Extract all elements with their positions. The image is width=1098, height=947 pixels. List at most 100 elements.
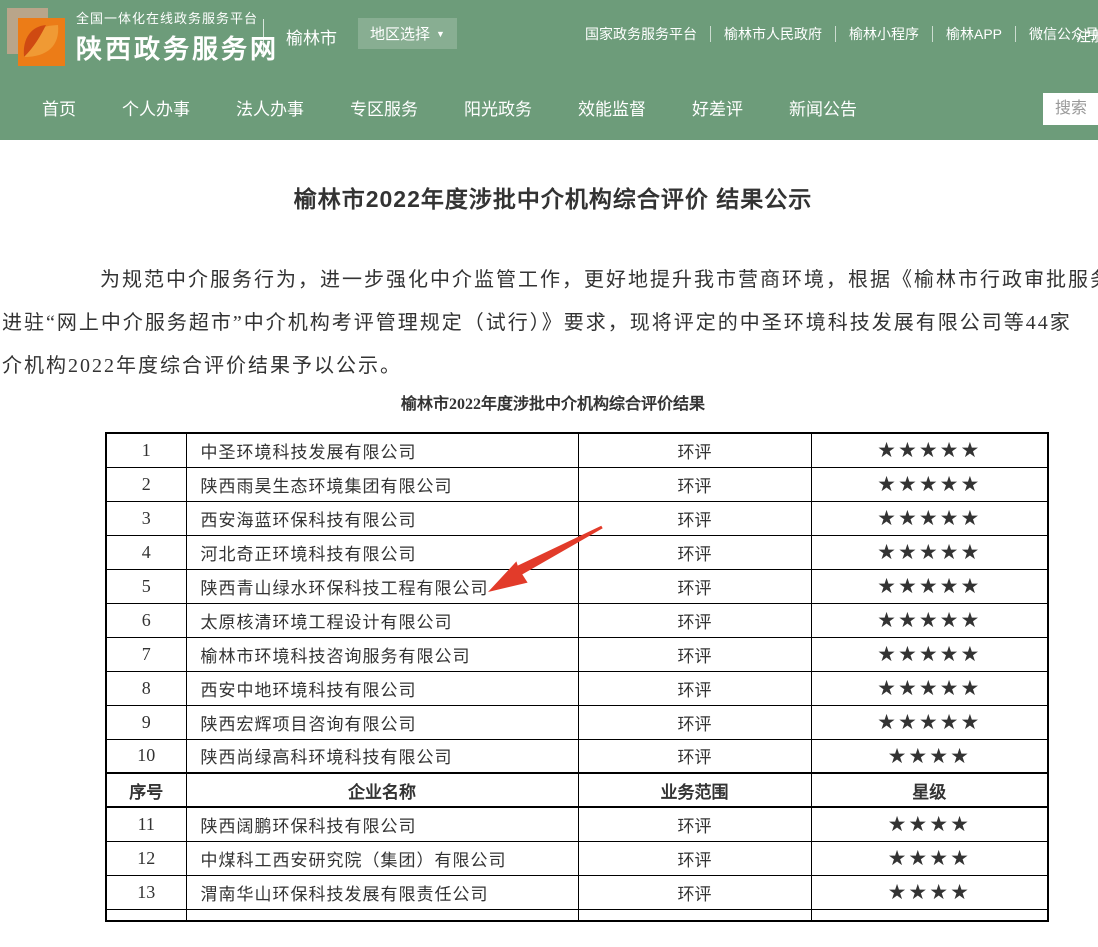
cell-index: 13	[106, 875, 186, 909]
cell-company-name: 陕西尚绿高科环境科技有限公司	[186, 739, 578, 773]
search-input[interactable]	[1043, 93, 1098, 125]
table-caption: 榆林市2022年度涉批中介机构综合评价结果	[0, 390, 1098, 414]
header-link[interactable]: 榆林APP	[933, 26, 1016, 42]
cell-company-name: 西安中地环境科技有限公司	[186, 671, 578, 705]
current-city-label: 榆林市	[286, 24, 337, 49]
cell-empty	[578, 909, 811, 921]
table-row: 6太原核清环境工程设计有限公司环评★★★★★	[106, 603, 1048, 637]
paragraph-line-2: 进驻“网上中介服务超市”中介机构考评管理规定（试行）》要求，现将评定的中圣环境科…	[2, 306, 1072, 335]
table-row: 10陕西尚绿高科环境科技有限公司环评★★★★	[106, 739, 1048, 773]
nav-item[interactable]: 首页	[42, 95, 76, 120]
cell-company-name: 西安海蓝环保科技有限公司	[186, 501, 578, 535]
cell-empty	[106, 909, 186, 921]
header-link[interactable]: 榆林市人民政府	[711, 26, 836, 42]
cell-business-scope: 环评	[578, 807, 811, 841]
nav-items: 首页 个人办事 法人办事 专区服务 阳光政务 效能监督 好差评 新闻公告	[42, 75, 857, 140]
cell-star-rating: ★★★★★	[811, 535, 1048, 569]
main-nav: 首页 个人办事 法人办事 专区服务 阳光政务 效能监督 好差评 新闻公告	[0, 75, 1098, 140]
cell-empty	[811, 909, 1048, 921]
table-row: 2陕西雨昊生态环境集团有限公司环评★★★★★	[106, 467, 1048, 501]
evaluation-results-table: 1中圣环境科技发展有限公司环评★★★★★2陕西雨昊生态环境集团有限公司环评★★★…	[105, 432, 1049, 922]
paragraph-line-1: 为规范中介服务行为，进一步强化中介监管工作，更好地提升我市营商环境，根据《榆林市…	[100, 263, 1098, 292]
cell-star-rating: ★★★★★	[811, 637, 1048, 671]
site-header: 全国一体化在线政务服务平台 陕西政务服务网 榆林市 地区选择 ▼ 国家政务服务平台…	[0, 0, 1098, 75]
header-link[interactable]: 榆林小程序	[836, 26, 933, 42]
table-row: 3西安海蓝环保科技有限公司环评★★★★★	[106, 501, 1048, 535]
site-name: 陕西政务服务网	[76, 29, 279, 66]
cell-business-scope: 环评	[578, 739, 811, 773]
cell-index: 12	[106, 841, 186, 875]
table-row: 1中圣环境科技发展有限公司环评★★★★★	[106, 433, 1048, 467]
table-row: 9陕西宏辉项目咨询有限公司环评★★★★★	[106, 705, 1048, 739]
cell-company-name: 中煤科工西安研究院（集团）有限公司	[186, 841, 578, 875]
cell-star-rating: ★★★★★	[811, 569, 1048, 603]
cell-business-scope: 环评	[578, 875, 811, 909]
cell-company-name: 榆林市环境科技咨询服务有限公司	[186, 637, 578, 671]
nav-item[interactable]: 专区服务	[350, 95, 418, 120]
cell-index: 8	[106, 671, 186, 705]
chevron-down-icon: ▼	[436, 29, 445, 39]
cell-star-rating: ★★★★★	[811, 603, 1048, 637]
cell-business-scope: 环评	[578, 433, 811, 467]
column-header: 序号	[106, 773, 186, 807]
cell-index: 7	[106, 637, 186, 671]
cell-star-rating: ★★★★★	[811, 501, 1048, 535]
cell-index: 11	[106, 807, 186, 841]
cell-business-scope: 环评	[578, 569, 811, 603]
cell-index: 6	[106, 603, 186, 637]
header-divider	[263, 19, 264, 55]
nav-item[interactable]: 新闻公告	[789, 95, 857, 120]
cell-company-name: 陕西雨昊生态环境集团有限公司	[186, 467, 578, 501]
nav-item[interactable]: 好差评	[692, 95, 743, 120]
header-link[interactable]: 国家政务服务平台	[572, 26, 711, 42]
cell-business-scope: 环评	[578, 841, 811, 875]
register-link[interactable]: 注册	[1076, 25, 1098, 46]
table-row: 4河北奇正环境科技有限公司环评★★★★★	[106, 535, 1048, 569]
cell-company-name: 陕西阔鹏环保科技有限公司	[186, 807, 578, 841]
column-header: 企业名称	[186, 773, 578, 807]
region-selector-button[interactable]: 地区选择 ▼	[358, 18, 457, 49]
cell-empty	[186, 909, 578, 921]
cell-index: 1	[106, 433, 186, 467]
cell-company-name: 陕西宏辉项目咨询有限公司	[186, 705, 578, 739]
cell-index: 3	[106, 501, 186, 535]
table-row-partial	[106, 909, 1048, 921]
cell-business-scope: 环评	[578, 637, 811, 671]
region-selector-label: 地区选择	[370, 26, 430, 43]
table-row: 5陕西青山绿水环保科技工程有限公司环评★★★★★	[106, 569, 1048, 603]
cell-star-rating: ★★★★★	[811, 671, 1048, 705]
table-row: 11陕西阔鹏环保科技有限公司环评★★★★	[106, 807, 1048, 841]
cell-index: 9	[106, 705, 186, 739]
table-header-row: 序号企业名称业务范围星级	[106, 773, 1048, 807]
cell-star-rating: ★★★★	[811, 875, 1048, 909]
cell-business-scope: 环评	[578, 671, 811, 705]
cell-index: 4	[106, 535, 186, 569]
cell-star-rating: ★★★★★	[811, 433, 1048, 467]
cell-business-scope: 环评	[578, 467, 811, 501]
page-title: 榆林市2022年度涉批中介机构综合评价 结果公示	[0, 180, 1098, 214]
site-logo-icon[interactable]	[6, 5, 70, 69]
page: 全国一体化在线政务服务平台 陕西政务服务网 榆林市 地区选择 ▼ 国家政务服务平台…	[0, 0, 1098, 947]
cell-company-name: 陕西青山绿水环保科技工程有限公司	[186, 569, 578, 603]
cell-business-scope: 环评	[578, 705, 811, 739]
cell-business-scope: 环评	[578, 501, 811, 535]
platform-label: 全国一体化在线政务服务平台	[76, 8, 279, 27]
cell-company-name: 河北奇正环境科技有限公司	[186, 535, 578, 569]
cell-company-name: 太原核清环境工程设计有限公司	[186, 603, 578, 637]
nav-item[interactable]: 法人办事	[236, 95, 304, 120]
nav-item[interactable]: 个人办事	[122, 95, 190, 120]
cell-star-rating: ★★★★	[811, 841, 1048, 875]
paragraph-line-3: 介机构2022年度综合评价结果予以公示。	[2, 349, 402, 378]
cell-business-scope: 环评	[578, 603, 811, 637]
column-header: 业务范围	[578, 773, 811, 807]
table-row: 13渭南华山环保科技发展有限责任公司环评★★★★	[106, 875, 1048, 909]
cell-business-scope: 环评	[578, 535, 811, 569]
site-title-block: 全国一体化在线政务服务平台 陕西政务服务网	[76, 8, 279, 66]
nav-item[interactable]: 效能监督	[578, 95, 646, 120]
cell-star-rating: ★★★★	[811, 807, 1048, 841]
table-row: 8西安中地环境科技有限公司环评★★★★★	[106, 671, 1048, 705]
nav-item[interactable]: 阳光政务	[464, 95, 532, 120]
column-header: 星级	[811, 773, 1048, 807]
cell-index: 10	[106, 739, 186, 773]
cell-index: 2	[106, 467, 186, 501]
